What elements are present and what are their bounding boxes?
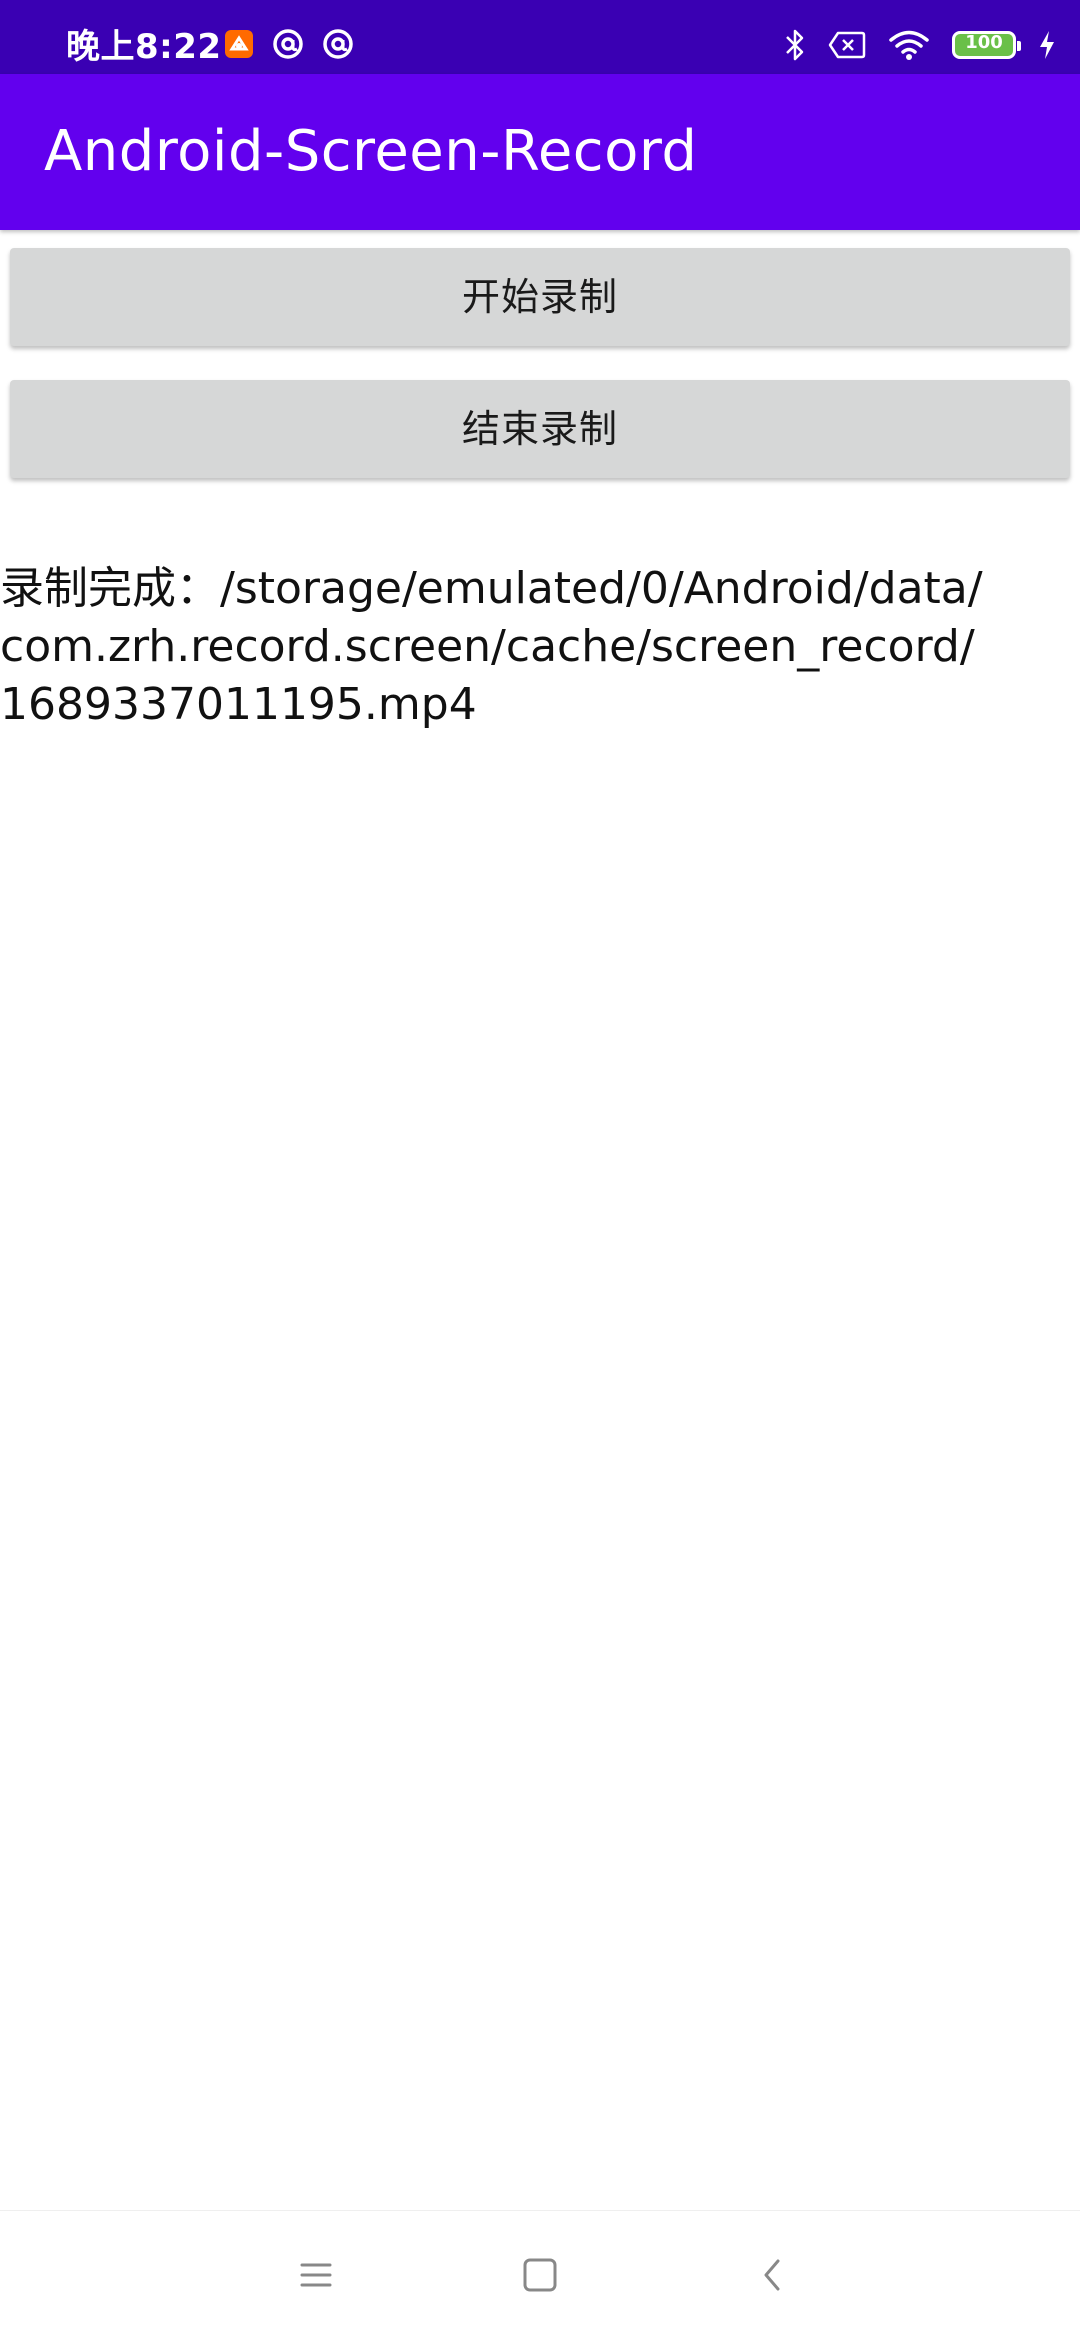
status-left-icons	[224, 28, 354, 60]
battery-level: 100	[965, 32, 1003, 53]
bluetooth-icon	[784, 28, 806, 62]
status-right-icons: 100	[784, 28, 1056, 62]
at-sign-icon	[272, 28, 304, 60]
status-bar: 晚上8:22 100	[0, 0, 1080, 74]
wifi-icon	[888, 29, 930, 61]
notification-app-icon	[224, 29, 254, 59]
navigation-bar	[0, 2210, 1080, 2341]
stop-recording-button[interactable]: 结束录制	[10, 380, 1070, 478]
menu-icon[interactable]	[296, 2247, 336, 2307]
battery-nub	[1017, 41, 1021, 51]
charging-bolt-icon	[1038, 30, 1056, 60]
back-icon[interactable]	[752, 2247, 792, 2307]
at-sign-icon	[322, 28, 354, 60]
battery-icon: 100	[952, 31, 1021, 59]
app-title: Android-Screen-Record	[44, 119, 698, 184]
recording-result-text: 录制完成：/storage/emulated/0/Android/data/ c…	[0, 563, 983, 730]
app-bar: Android-Screen-Record	[0, 74, 1080, 230]
no-sim-icon	[828, 31, 866, 59]
start-recording-button[interactable]: 开始录制	[10, 248, 1070, 346]
home-icon[interactable]	[520, 2247, 560, 2307]
